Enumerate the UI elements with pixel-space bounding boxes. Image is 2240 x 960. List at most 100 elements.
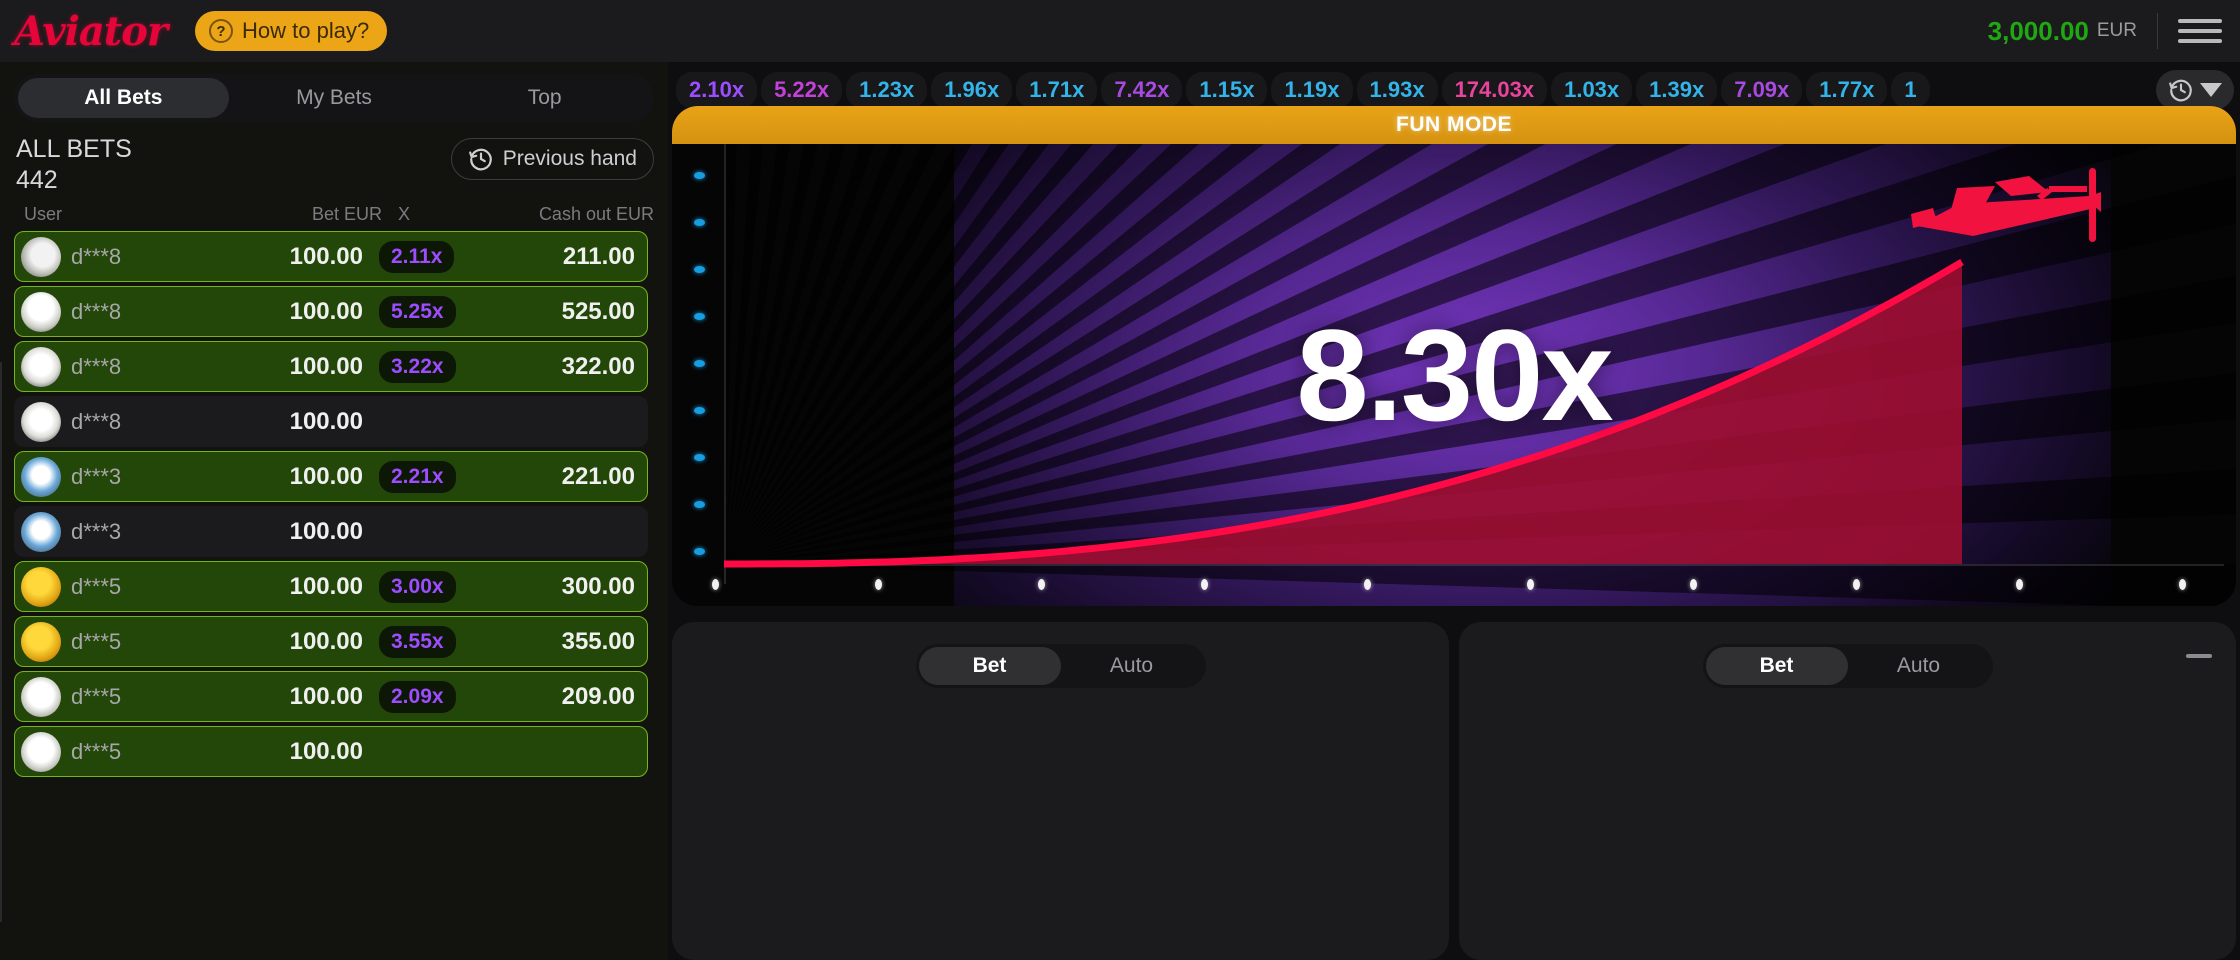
bets-table-header: User Bet EUR X Cash out EUR xyxy=(0,200,668,231)
history-multiplier[interactable]: 1.39x xyxy=(1636,72,1718,108)
multiplier-badge: 3.00x xyxy=(379,570,456,603)
history-clock-icon xyxy=(2169,79,2192,102)
column-user: User xyxy=(24,204,63,224)
previous-hand-label: Previous hand xyxy=(502,147,637,170)
bet-panel-right: Bet Auto xyxy=(1459,622,2236,960)
table-row[interactable]: d***8 100.00 3.22x 322.00 xyxy=(14,341,648,392)
bets-list-scrollbar[interactable] xyxy=(0,362,2,922)
previous-hand-button[interactable]: Previous hand xyxy=(450,138,654,180)
bet-panels: Bet Auto Bet Auto xyxy=(672,622,2236,960)
history-multiplier[interactable]: 1.93x xyxy=(1356,72,1438,108)
avatar xyxy=(21,676,61,717)
avatar xyxy=(21,456,61,497)
multiplier-badge: 2.21x xyxy=(379,460,456,493)
all-bets-label: ALL BETS xyxy=(16,135,132,163)
row-user: d***8 xyxy=(71,298,122,324)
balance-amount: 3,000.00 xyxy=(1987,15,2089,46)
table-row[interactable]: d***5 100.00 2.09x 209.00 xyxy=(14,671,648,722)
row-multiplier: 5.25x xyxy=(363,295,467,328)
header-divider xyxy=(2157,13,2158,49)
hamburger-menu-icon[interactable] xyxy=(2178,13,2222,49)
row-user: d***8 xyxy=(71,408,122,434)
question-mark-icon: ? xyxy=(209,19,233,43)
table-row[interactable]: d***8 100.00 5.25x 525.00 xyxy=(14,286,648,337)
avatar xyxy=(21,236,61,277)
row-bet: 100.00 xyxy=(289,462,363,490)
row-bet: 100.00 xyxy=(289,737,363,765)
tab-my-bets[interactable]: My Bets xyxy=(229,78,440,118)
row-user: d***3 xyxy=(71,463,122,489)
multiplier-badge: 3.55x xyxy=(379,625,456,658)
bet-panel-left: Bet Auto xyxy=(672,622,1449,960)
multiplier-badge: 2.11x xyxy=(379,240,455,273)
avatar xyxy=(21,346,61,387)
history-multiplier[interactable]: 1.23x xyxy=(846,72,928,108)
app-logo: Aviator xyxy=(14,7,168,55)
row-cashout: 355.00 xyxy=(561,627,635,655)
row-multiplier: 2.21x xyxy=(363,460,467,493)
history-multiplier[interactable]: 7.42x xyxy=(1101,72,1183,108)
history-multiplier[interactable]: 1.15x xyxy=(1186,72,1268,108)
tab-all-bets[interactable]: All Bets xyxy=(18,78,229,118)
history-multiplier[interactable]: 1.77x xyxy=(1806,72,1888,108)
row-cashout: 209.00 xyxy=(561,682,635,710)
history-multiplier[interactable]: 7.09x xyxy=(1721,72,1803,108)
minus-icon[interactable] xyxy=(2186,654,2212,658)
avatar xyxy=(21,401,61,442)
history-multiplier[interactable]: 5.22x xyxy=(761,72,843,108)
row-user: d***5 xyxy=(71,628,122,654)
tab-top[interactable]: Top xyxy=(439,78,650,118)
table-row[interactable]: d***5 100.00 3.00x 300.00 xyxy=(14,561,648,612)
row-bet: 100.00 xyxy=(289,242,363,270)
how-to-play-button[interactable]: ? How to play? xyxy=(195,11,388,51)
bet-tab-right[interactable]: Bet xyxy=(1705,647,1848,685)
history-multiplier[interactable]: 1.19x xyxy=(1271,72,1353,108)
multiplier-badge: 5.25x xyxy=(379,295,456,328)
bets-list[interactable]: d***8 100.00 2.11x 211.00 d***8 100.00 5.25x 52… xyxy=(0,231,668,931)
table-row[interactable]: d***5 100.00 3.55x 355.00 xyxy=(14,616,648,667)
history-multiplier[interactable]: 1.71x xyxy=(1016,72,1098,108)
table-row[interactable]: d***3 100.00 2.21x 221.00 xyxy=(14,451,648,502)
history-multiplier[interactable]: 2.10x xyxy=(676,72,758,108)
row-user: d***8 xyxy=(71,353,122,379)
avatar xyxy=(21,511,61,552)
all-bets-header: ALL BETS 442 Previous hand xyxy=(0,122,668,200)
row-cashout: 525.00 xyxy=(561,297,635,325)
table-row[interactable]: d***3 100.00 xyxy=(14,506,648,557)
history-multiplier[interactable]: 1.96x xyxy=(931,72,1013,108)
all-bets-summary: ALL BETS 442 xyxy=(16,134,132,196)
row-multiplier: 3.00x xyxy=(363,570,467,603)
multiplier-badge: 3.22x xyxy=(379,350,456,383)
row-multiplier: 2.11x xyxy=(363,240,467,273)
row-multiplier: 3.55x xyxy=(363,625,467,658)
row-bet: 100.00 xyxy=(289,682,363,710)
history-clock-icon xyxy=(468,148,492,171)
avatar xyxy=(21,731,61,772)
column-multiplier: X xyxy=(398,204,411,224)
history-toggle-button[interactable] xyxy=(2156,70,2234,110)
balance-area: 3,000.00 EUR xyxy=(1988,0,2240,62)
bet-tab-left[interactable]: Bet xyxy=(918,647,1061,685)
game-canvas: FUN MODE 8.30x xyxy=(672,106,2236,606)
table-row[interactable]: d***8 100.00 2.11x 211.00 xyxy=(14,231,648,282)
row-bet: 100.00 xyxy=(289,572,363,600)
row-user: d***5 xyxy=(71,738,122,764)
bet-mode-toggle-right: Bet Auto xyxy=(1702,644,1993,688)
history-multiplier[interactable]: 1 xyxy=(1891,72,1930,108)
game-area: 2.10x 5.22x 1.23x 1.96x 1.71x 7.42x 1.15x 1.19x… xyxy=(668,62,2240,960)
chevron-down-icon xyxy=(2200,83,2222,97)
row-cashout: 322.00 xyxy=(561,352,635,380)
table-row[interactable]: d***5 100.00 xyxy=(14,726,648,777)
bets-tabs: All Bets My Bets Top xyxy=(14,74,654,122)
history-multiplier[interactable]: 1.03x xyxy=(1551,72,1633,108)
fun-mode-banner: FUN MODE xyxy=(672,106,2236,144)
how-to-play-label: How to play? xyxy=(242,18,370,43)
history-multiplier[interactable]: 174.03x xyxy=(1441,72,1548,108)
column-cashout: Cash out EUR xyxy=(538,204,654,224)
row-user: d***8 xyxy=(71,243,122,269)
row-cashout: 300.00 xyxy=(561,572,635,600)
row-bet: 100.00 xyxy=(289,407,363,435)
auto-tab-left[interactable]: Auto xyxy=(1061,647,1203,685)
table-row[interactable]: d***8 100.00 xyxy=(14,396,648,447)
auto-tab-right[interactable]: Auto xyxy=(1848,647,1990,685)
